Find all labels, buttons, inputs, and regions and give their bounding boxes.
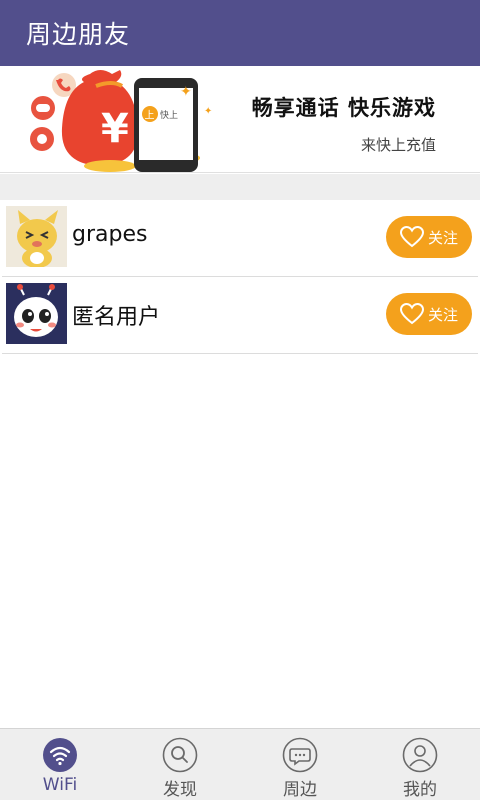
- avatar[interactable]: [6, 283, 67, 344]
- banner-illustration: ¥ 上 快上 ✦ ✦: [30, 70, 212, 172]
- wifi-icon: [43, 738, 77, 772]
- friend-name: grapes: [72, 222, 148, 247]
- banner-phone-brand: 快上: [160, 109, 178, 121]
- heart-icon: [399, 226, 424, 248]
- friend-name: 匿名用户: [72, 305, 161, 330]
- section-divider: [0, 174, 480, 200]
- tab-wifi[interactable]: WiFi: [0, 729, 120, 800]
- white-robot-mascot-icon: [6, 283, 67, 344]
- tab-label: 周边: [283, 780, 317, 800]
- tab-nearby[interactable]: 周边: [240, 729, 360, 800]
- friend-list: grapes 关注 匿名用户 关注: [0, 200, 480, 354]
- banner-slogan: 畅享通话 快乐游戏: [251, 96, 436, 120]
- follow-label: 关注: [427, 228, 458, 247]
- tab-label: 发现: [163, 780, 197, 800]
- tab-label: WiFi: [42, 775, 78, 795]
- user-icon: [402, 737, 438, 773]
- follow-button[interactable]: 关注: [386, 293, 472, 335]
- app-header: 周边朋友: [0, 0, 480, 66]
- follow-button[interactable]: 关注: [386, 216, 472, 258]
- page-title: 周边朋友: [26, 20, 131, 49]
- yellow-cartoon-cat-icon: [6, 206, 67, 267]
- list-item[interactable]: grapes 关注: [2, 200, 478, 277]
- bottom-tab-bar: WiFi 发现 周边 我的: [0, 728, 480, 800]
- tab-mine[interactable]: 我的: [360, 729, 480, 800]
- svg-text:✦: ✦: [204, 106, 212, 117]
- heart-icon: [399, 303, 424, 325]
- search-icon: [162, 737, 198, 773]
- follow-label: 关注: [427, 305, 458, 324]
- tab-label: 我的: [403, 780, 437, 800]
- promo-banner[interactable]: ¥ 上 快上 ✦ ✦ 畅享通话 快乐游戏 来快上充值: [0, 66, 480, 173]
- list-item[interactable]: 匿名用户 关注: [2, 277, 478, 354]
- banner-subtitle: 来快上充值: [360, 136, 436, 154]
- tab-discover[interactable]: 发现: [120, 729, 240, 800]
- banner-phone-badge: 上: [145, 110, 155, 122]
- chat-icon: [282, 737, 318, 773]
- banner-bag-symbol: ¥: [101, 106, 129, 152]
- svg-text:✦: ✦: [180, 84, 192, 100]
- avatar[interactable]: [6, 206, 67, 267]
